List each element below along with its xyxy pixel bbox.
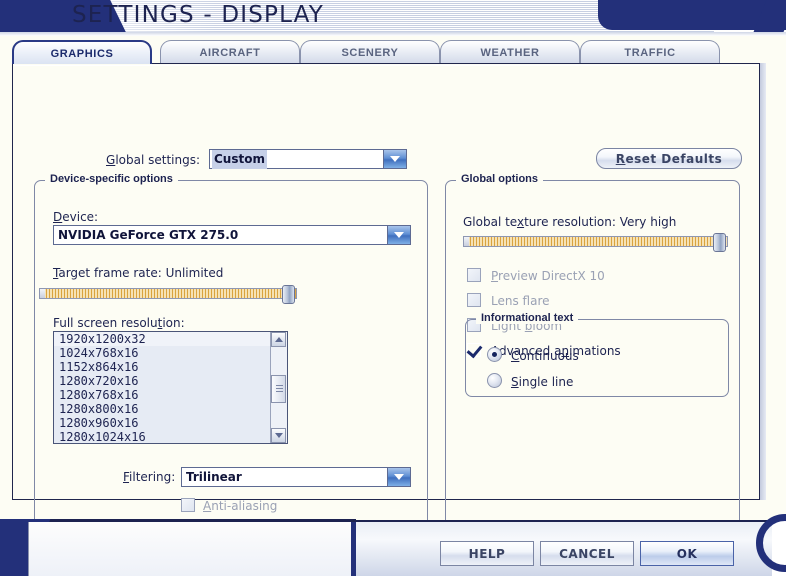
- list-item[interactable]: 1280x768x16: [54, 388, 271, 402]
- tab-graphics[interactable]: GRAPHICS: [12, 40, 152, 64]
- preview-directx10-label: Preview DirectX 10: [491, 269, 605, 283]
- tab-graphics-label: GRAPHICS: [50, 48, 114, 60]
- tab-weather[interactable]: WEATHER: [440, 40, 580, 64]
- tab-traffic[interactable]: TRAFFIC: [580, 40, 720, 64]
- cancel-button-label: CANCEL: [559, 547, 615, 561]
- scroll-up-arrow-icon[interactable]: [271, 332, 286, 347]
- full-screen-resolution-listbox[interactable]: 1920x1200x32 1024x768x16 1152x864x16 128…: [53, 331, 288, 444]
- preview-directx10-row[interactable]: Preview DirectX 10: [467, 268, 605, 284]
- ok-button[interactable]: OK: [640, 541, 734, 566]
- device-combo[interactable]: NVIDIA GeForce GTX 275.0: [53, 225, 411, 245]
- resolution-rows: 1920x1200x32 1024x768x16 1152x864x16 128…: [54, 332, 271, 443]
- tab-weather-label: WEATHER: [480, 47, 540, 59]
- chevron-down-icon[interactable]: [387, 226, 410, 244]
- global-settings-combo[interactable]: Custom: [209, 149, 407, 169]
- device-specific-options-title: Device-specific options: [45, 173, 178, 185]
- chevron-down-icon[interactable]: [383, 150, 406, 168]
- anti-aliasing-label: Anti-aliasing: [203, 499, 278, 513]
- global-settings-label: Global settings:: [106, 153, 201, 167]
- tab-scenery-label: SCENERY: [341, 47, 399, 59]
- title-bar: SETTINGS - DISPLAY: [0, 0, 786, 36]
- scrollbar-thumb[interactable]: [271, 375, 286, 403]
- tab-strip: GRAPHICS AIRCRAFT SCENERY WEATHER TRAFFI…: [12, 40, 774, 64]
- footer-left-plate: [0, 519, 356, 576]
- ok-button-label: OK: [676, 547, 698, 561]
- full-screen-resolution-label: Full screen resolution:: [53, 316, 185, 330]
- list-item[interactable]: 1152x864x16: [54, 360, 271, 374]
- filtering-value: Trilinear: [186, 470, 242, 484]
- list-item[interactable]: 1280x720x16: [54, 374, 271, 388]
- global-options-title: Global options: [456, 173, 543, 185]
- global-texture-resolution-label: Global texture resolution: Very high: [463, 215, 677, 229]
- anti-aliasing-checkbox[interactable]: [181, 498, 195, 512]
- list-item[interactable]: 1024x768x16: [54, 346, 271, 360]
- single-line-radio[interactable]: [487, 373, 502, 388]
- lens-flare-label: Lens flare: [491, 294, 550, 308]
- lens-flare-row[interactable]: Lens flare: [467, 293, 550, 309]
- chevron-down-icon[interactable]: [387, 468, 410, 486]
- reset-defaults-button[interactable]: Reset Defaults: [596, 148, 742, 169]
- reset-defaults-label-rest: eset Defaults: [625, 152, 723, 166]
- page-title: SETTINGS - DISPLAY: [72, 2, 325, 28]
- filtering-combo[interactable]: Trilinear: [181, 467, 411, 487]
- help-button-label: HELP: [468, 547, 506, 561]
- informational-text-title: Informational text: [476, 312, 579, 324]
- anti-aliasing-row[interactable]: Anti-aliasing: [181, 498, 277, 514]
- title-bar-underline: [0, 32, 786, 36]
- global-texture-track: [463, 236, 728, 247]
- device-label: Device:: [53, 210, 99, 224]
- global-texture-thumb[interactable]: [713, 233, 726, 252]
- lens-flare-checkbox[interactable]: [467, 293, 481, 307]
- list-item[interactable]: 1280x1024x16: [54, 430, 271, 443]
- reset-defaults-accesskey: R: [615, 152, 626, 166]
- global-texture-resolution-slider[interactable]: [463, 233, 728, 252]
- footer-left-surface: [28, 522, 356, 576]
- device-value: NVIDIA GeForce GTX 275.0: [58, 228, 239, 242]
- resolution-scrollbar[interactable]: [270, 332, 287, 443]
- informational-continuous-row[interactable]: Continuous: [487, 347, 579, 363]
- filtering-label: Filtering:: [123, 470, 176, 484]
- list-item[interactable]: 1280x960x16: [54, 416, 271, 430]
- global-settings-value: Custom: [212, 150, 267, 169]
- settings-display-window: SETTINGS - DISPLAY GRAPHICS AIRCRAFT SCE…: [0, 0, 786, 576]
- tab-traffic-label: TRAFFIC: [624, 47, 676, 59]
- target-frame-rate-track: [39, 288, 297, 299]
- informational-single-line-row[interactable]: Single line: [487, 373, 573, 389]
- tab-aircraft-label: AIRCRAFT: [199, 47, 261, 59]
- scroll-down-arrow-icon[interactable]: [271, 428, 286, 443]
- preview-directx10-checkbox[interactable]: [467, 268, 481, 282]
- list-item[interactable]: 1920x1200x32: [54, 332, 271, 346]
- panel-right-stripe: [760, 63, 766, 500]
- target-frame-rate-label: Target frame rate: Unlimited: [53, 266, 224, 280]
- tab-aircraft[interactable]: AIRCRAFT: [160, 40, 300, 64]
- global-texture-track-cap: [464, 237, 469, 246]
- target-frame-rate-track-cap: [40, 289, 45, 298]
- help-button[interactable]: HELP: [440, 541, 534, 566]
- settings-panel: Global settings: Custom Reset Defaults D…: [12, 63, 760, 560]
- tab-scenery[interactable]: SCENERY: [300, 40, 440, 64]
- target-frame-rate-label-rest: arget frame rate: Unlimited: [58, 266, 224, 280]
- global-settings-label-rest: lobal settings:: [115, 153, 201, 167]
- list-item[interactable]: 1280x800x16: [54, 402, 271, 416]
- cancel-button[interactable]: CANCEL: [540, 541, 634, 566]
- continuous-label: Continuous: [511, 349, 579, 363]
- panel-highlight: [14, 65, 758, 66]
- target-frame-rate-slider[interactable]: [39, 285, 297, 304]
- single-line-label: Single line: [511, 375, 574, 389]
- continuous-radio[interactable]: [487, 347, 502, 362]
- target-frame-rate-thumb[interactable]: [282, 285, 295, 304]
